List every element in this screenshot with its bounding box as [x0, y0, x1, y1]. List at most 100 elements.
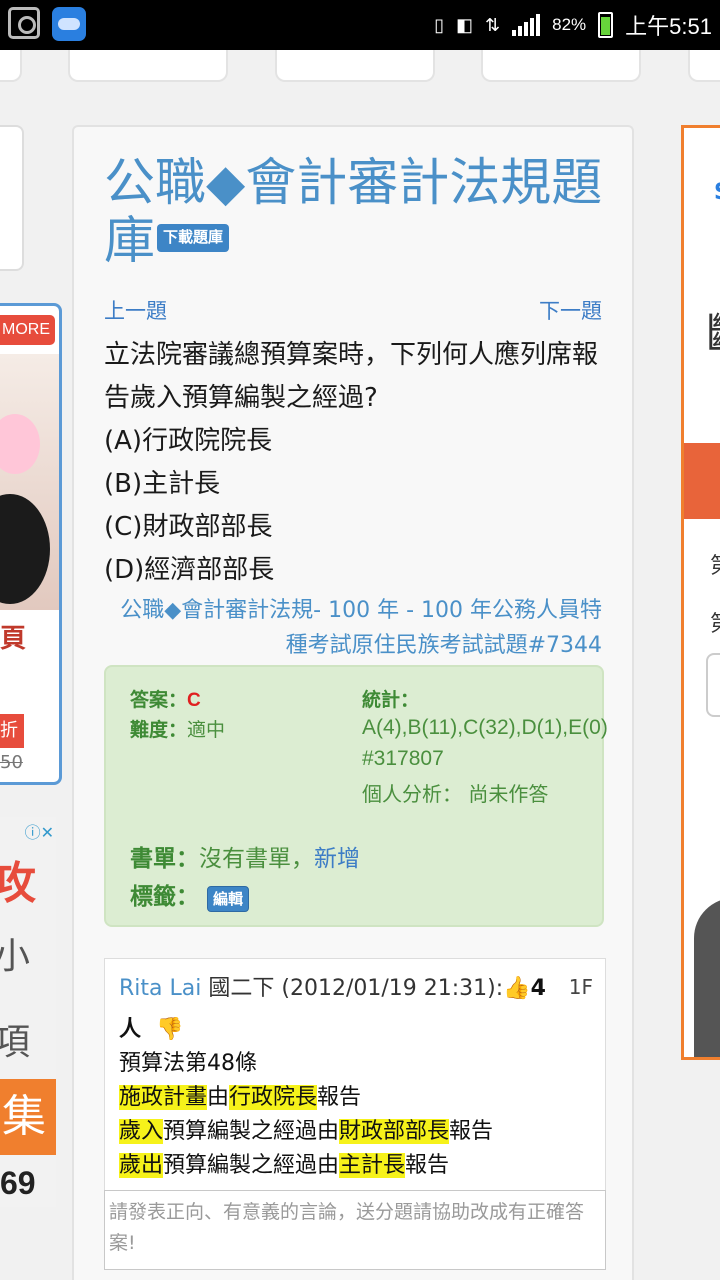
edit-tags-button[interactable]: 編輯	[207, 886, 250, 912]
stats-label: 統計：	[362, 689, 420, 711]
comment-item: Rita Lai 國二下 (2012/01/19 21:31):👍4 1F 人 …	[104, 958, 606, 1190]
ad-text: 小	[0, 936, 31, 977]
highlighted-text: 施政計畫	[119, 1085, 208, 1110]
download-bank-button[interactable]: 下載題庫	[157, 224, 230, 252]
difficulty-value: 適中	[187, 719, 226, 741]
source-exam[interactable]: - 100 年 - 100 年公務人員特種考試原住民族考試試題#7344	[286, 598, 602, 658]
ad-photo	[0, 354, 59, 610]
ad-text: 項	[0, 1022, 31, 1063]
bg-tile	[275, 50, 435, 82]
ad-band: 集	[0, 1079, 56, 1155]
comment-header: Rita Lai 國二下 (2012/01/19 21:31):👍4	[119, 975, 589, 1003]
left-ad-2[interactable]: ⓘ✕ 攻 小 項 集 69	[0, 817, 56, 1207]
source-category[interactable]: 公職◆會計審計法規	[120, 598, 313, 623]
answer-row: 答案：C	[130, 685, 201, 712]
comment-grade: 國二下	[208, 976, 275, 1001]
prev-question-link[interactable]: 上一題	[104, 295, 167, 325]
like-button[interactable]: 👍4	[503, 975, 546, 1003]
tags-row: 標籤： 編輯	[130, 877, 250, 912]
battery-percent: 82%	[552, 15, 587, 34]
bg-tile	[68, 50, 228, 82]
ad-number: 69	[0, 1165, 36, 1201]
ad-price: 50	[0, 752, 23, 773]
question-id: #317807	[362, 747, 444, 770]
adchoices-icon[interactable]: ⓘ✕	[25, 819, 54, 843]
booklist-row: 書單：沒有書單，新增	[130, 839, 360, 873]
system-icons: ▯ ◧ ⇅ 82% 上午5:51	[434, 0, 712, 50]
side-card	[0, 125, 24, 271]
ad-input[interactable]	[706, 653, 720, 717]
ad-photo	[694, 898, 720, 1057]
screenshot-icon	[8, 7, 40, 39]
source-link[interactable]: 公職◆會計審計法規- 100 年 - 100 年公務人員特種考試原住民族考試試題…	[102, 593, 602, 663]
booklist-label: 書單：	[130, 846, 199, 872]
ad-text: 斷	[706, 298, 720, 362]
highlighted-text: 歲出	[119, 1153, 164, 1178]
thumbs-up-icon: 👍	[503, 976, 531, 1001]
comment-line-1: 預算法第48條	[119, 1049, 257, 1079]
comment-text: 預算編製之經過由	[163, 1153, 340, 1178]
question-text: 立法院審議總預算案時，下列何人應列席報告歲入預算編製之經過?	[104, 340, 599, 413]
comment-text: 報告	[405, 1153, 450, 1178]
difficulty-label: 難度：	[130, 719, 188, 741]
bg-tile	[481, 50, 641, 82]
discount-tag: 折	[0, 714, 24, 748]
ad-text: 第	[710, 606, 720, 638]
comment-text: 由	[207, 1085, 230, 1110]
next-question-link[interactable]: 下一題	[539, 295, 602, 325]
ad-text: 攻	[0, 858, 36, 909]
cloud-app-icon	[52, 7, 86, 41]
option-a[interactable]: (A)行政院院長	[104, 420, 272, 463]
option-b[interactable]: (B)主計長	[104, 463, 220, 506]
comment-user-link[interactable]: Rita Lai	[119, 976, 201, 1001]
reply-textarea[interactable]: 請發表正向、有意義的言論，送分題請協助改成有正確答案!	[104, 1190, 606, 1270]
battery-icon	[598, 12, 614, 38]
notification-icons	[8, 7, 86, 41]
comment-floor: 1F	[568, 975, 593, 999]
answer-label: 答案：	[130, 689, 188, 711]
stats-distribution: A(4),B(11),C(32),D(1),E(0)	[362, 716, 608, 739]
option-c[interactable]: (C)財政部部長	[104, 506, 272, 549]
answer-panel: 答案：C 難度：適中 統計： A(4),B(11),C(32),D(1),E(0…	[104, 665, 608, 927]
comment-line-4: 歲出預算編製之經過由主計長報告	[119, 1151, 449, 1181]
personal-analysis: 個人分析： 尚未作答	[362, 778, 572, 810]
title-text: 公職◆會計審計法規題庫	[104, 154, 603, 271]
answer-value: C	[187, 690, 201, 711]
comment-text: 報告	[449, 1119, 494, 1144]
more-badge[interactable]: MORE	[0, 315, 55, 345]
right-ad[interactable]: S 斷 第 第	[681, 125, 720, 1060]
highlighted-text: 財政部部長	[339, 1119, 450, 1144]
data-transfer-icon: ⇅	[485, 14, 501, 35]
bg-tile	[0, 50, 22, 82]
ad-text: S	[714, 180, 720, 205]
personal-value: 尚未作答	[468, 782, 549, 806]
clock: 上午5:51	[625, 14, 712, 39]
comment-text: 預算法第48條	[119, 1051, 257, 1076]
signal-icon	[512, 14, 541, 36]
highlighted-text: 主計長	[339, 1153, 406, 1178]
page-title: 公職◆會計審計法規題庫 下載題庫	[104, 155, 604, 271]
comment-line-3: 歲入預算編製之經過由財政部部長報告	[119, 1117, 493, 1147]
thumbs-down-icon[interactable]: 👎	[156, 1017, 183, 1042]
vibrate-icon: ▯	[434, 14, 445, 35]
personal-label: 個人分析：	[362, 782, 462, 806]
highlighted-text: 歲入	[119, 1119, 164, 1144]
question-card: 公職◆會計審計法規題庫 下載題庫 上一題 下一題 立法院審議總預算案時，下列何人應…	[72, 125, 634, 1280]
comment-line-2: 施政計畫由行政院長報告	[119, 1083, 361, 1113]
like-people-label: 人	[119, 1017, 142, 1042]
highlighted-text: 行政院長	[229, 1085, 318, 1110]
comment-time: (2012/01/19 21:31):	[281, 976, 504, 1001]
mute-icon: ◧	[456, 14, 474, 35]
like-count: 4	[530, 976, 546, 1001]
ad-text: 頁	[0, 624, 27, 654]
comment-text: 預算編製之經過由	[163, 1119, 340, 1144]
status-bar: ▯ ◧ ⇅ 82% 上午5:51	[0, 0, 720, 50]
ad-band	[684, 443, 720, 519]
left-ad[interactable]: MORE 頁 折 50	[0, 303, 62, 785]
like-people-row: 人 👎	[119, 1011, 184, 1043]
booklist-add-link[interactable]: 新增	[314, 846, 360, 872]
tags-label: 標籤：	[130, 884, 199, 910]
difficulty-row: 難度：適中	[130, 715, 225, 742]
booklist-none: 沒有書單，	[199, 846, 314, 872]
option-d[interactable]: (D)經濟部部長	[104, 549, 274, 592]
